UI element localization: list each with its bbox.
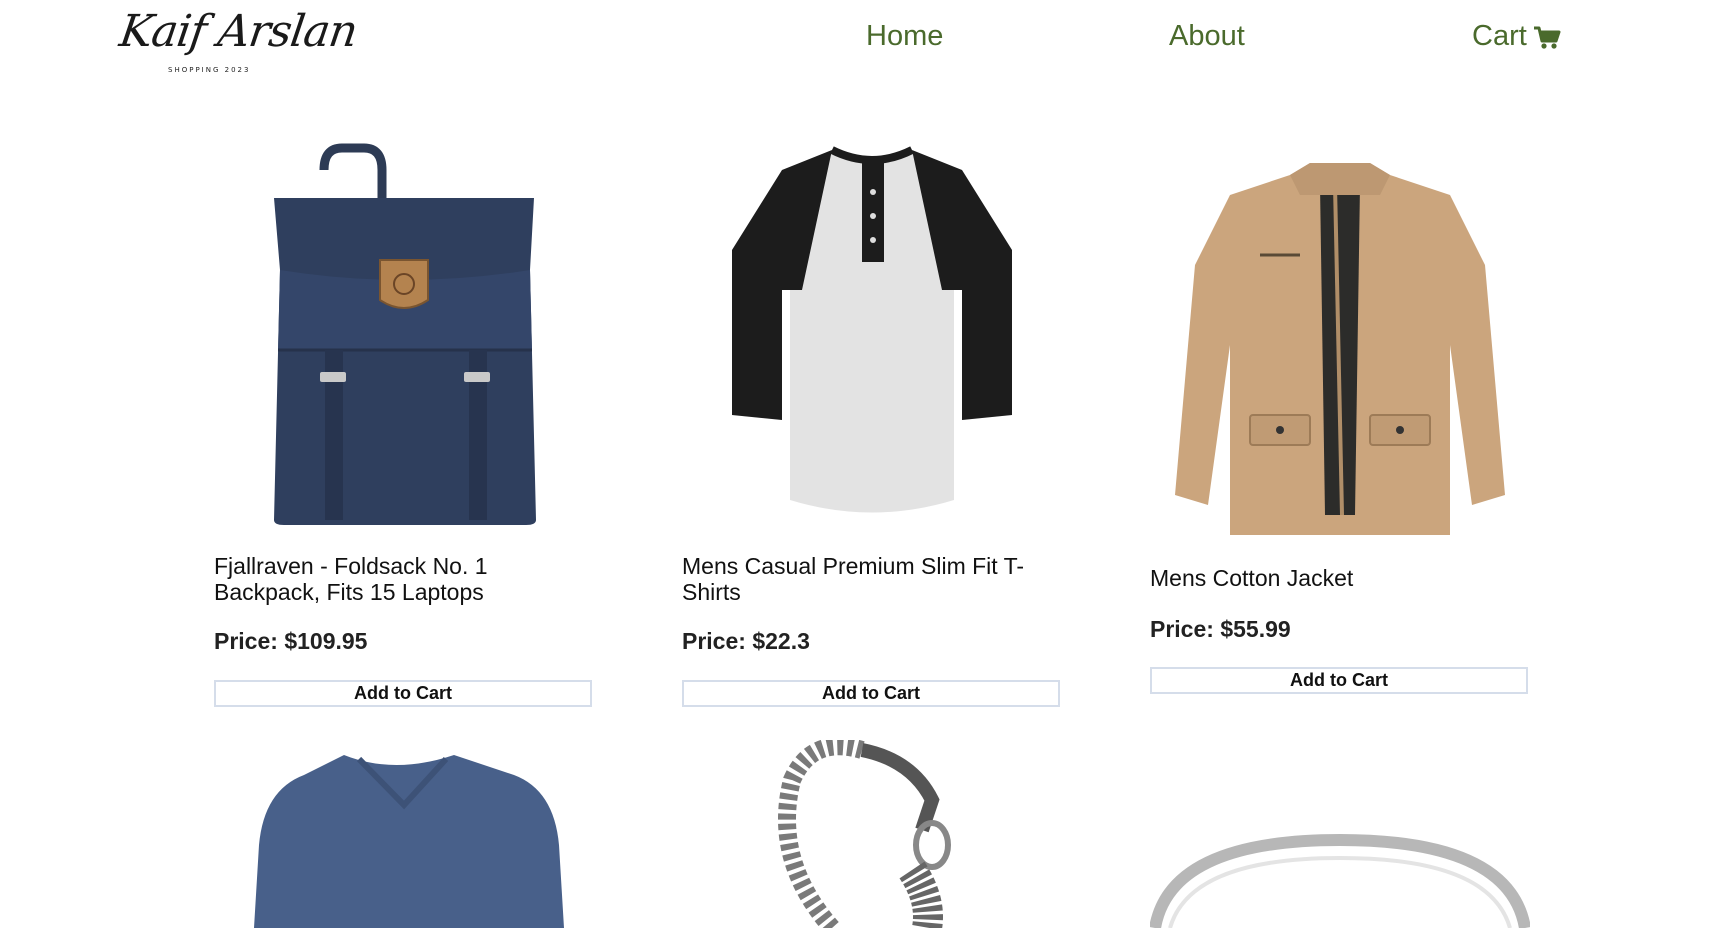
nav-cart-link[interactable]: Cart [1472,20,1561,53]
shopping-cart-icon [1533,25,1561,49]
product-image-tshirt[interactable] [682,140,1062,530]
product-title[interactable]: Mens Cotton Jacket [1150,565,1530,591]
nav-home-link[interactable]: Home [866,20,943,53]
product-image-ring[interactable] [1149,830,1531,930]
product-price: Price: $55.99 [1150,616,1291,642]
product-image-bracelet[interactable] [682,737,1062,933]
product-title[interactable]: Fjallraven - Foldsack No. 1 Backpack, Fi… [214,553,594,605]
nav-cart-label: Cart [1472,20,1527,52]
product-title[interactable]: Mens Casual Premium Slim Fit T-Shirts [682,553,1062,605]
navbar: Kaif Arslan SHOPPING 2023 Home About Car… [0,0,1715,90]
brand-name: Kaif Arslan [116,6,361,57]
add-to-cart-button[interactable]: Add to Cart [1150,667,1528,694]
product-price: Price: $22.3 [682,628,810,654]
brand-logo[interactable]: Kaif Arslan SHOPPING 2023 [116,6,360,76]
product-image-backpack[interactable] [214,140,594,530]
add-to-cart-button[interactable]: Add to Cart [214,680,592,707]
product-image-longsleeve[interactable] [214,755,594,928]
brand-tagline: SHOPPING 2023 [168,66,251,74]
add-to-cart-button[interactable]: Add to Cart [682,680,1060,707]
product-image-jacket[interactable] [1150,155,1530,540]
product-price: Price: $109.95 [214,628,368,654]
nav-about-link[interactable]: About [1169,20,1245,53]
